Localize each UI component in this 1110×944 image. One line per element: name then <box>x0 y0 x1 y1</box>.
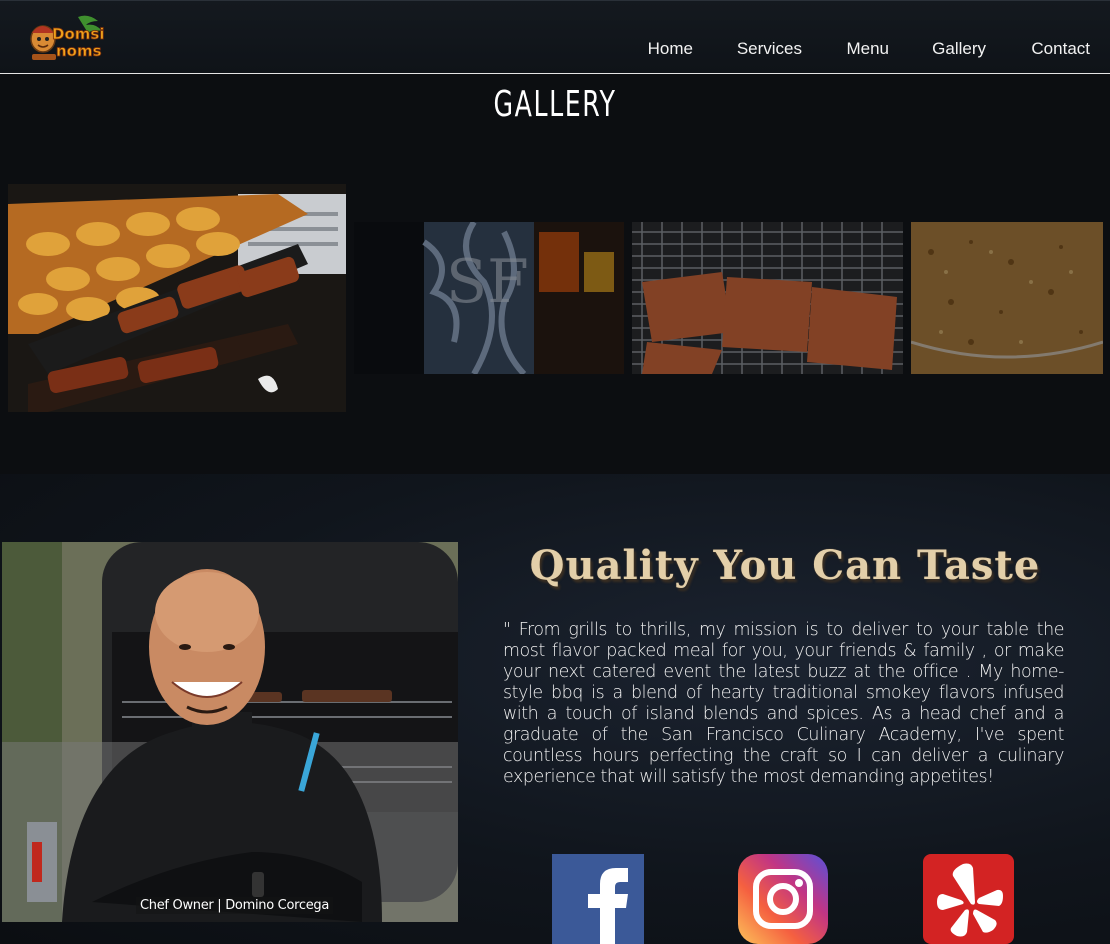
facebook-link[interactable] <box>552 854 644 944</box>
gallery-photo-sf-smoker[interactable]: SF <box>354 222 624 374</box>
logo-graphic: Domsi noms <box>30 15 105 60</box>
svg-text:noms: noms <box>56 42 102 60</box>
site-logo[interactable]: Domsi noms <box>26 13 120 65</box>
sf-giants-smoker-image: SF <box>354 222 624 374</box>
chef-portrait-image <box>2 542 458 922</box>
gallery-photo-chicken-ribs[interactable] <box>8 184 346 412</box>
nav-item-home[interactable]: Home <box>648 39 693 59</box>
chef-bio: " From grills to thrills, my mission is … <box>503 620 1064 787</box>
yelp-icon <box>923 854 1014 944</box>
instagram-icon <box>738 854 828 944</box>
facebook-icon <box>552 854 644 944</box>
ribs-on-grill-image <box>632 222 903 374</box>
grilled-chicken-and-ribs-image <box>8 184 346 412</box>
chef-caption: Chef Owner | Domino Corcega <box>136 897 334 914</box>
chef-photo: Chef Owner | Domino Corcega <box>2 542 458 922</box>
svg-text:SF: SF <box>446 247 529 317</box>
nav-item-menu[interactable]: Menu <box>846 39 889 59</box>
yelp-link[interactable] <box>923 854 1015 944</box>
svg-text:Domsi: Domsi <box>52 25 104 43</box>
spice-rub-image <box>911 222 1103 374</box>
instagram-link[interactable] <box>738 854 830 944</box>
gallery-photo-spice-rub[interactable] <box>911 222 1103 374</box>
about-section: Chef Owner | Domino Corcega Quality You … <box>0 474 1110 944</box>
nav-item-contact[interactable]: Contact <box>1031 39 1090 59</box>
gallery-section: GALLERY SF <box>0 74 1110 474</box>
gallery-title: GALLERY <box>493 84 617 125</box>
site-header: Domsi noms Home Services Menu Gallery Co… <box>0 0 1110 74</box>
nav-item-gallery[interactable]: Gallery <box>932 39 986 59</box>
gallery-photo-ribs-grill[interactable] <box>632 222 903 374</box>
tagline-heading: Quality You Can Taste <box>529 542 1041 589</box>
nav-item-services[interactable]: Services <box>737 39 802 59</box>
